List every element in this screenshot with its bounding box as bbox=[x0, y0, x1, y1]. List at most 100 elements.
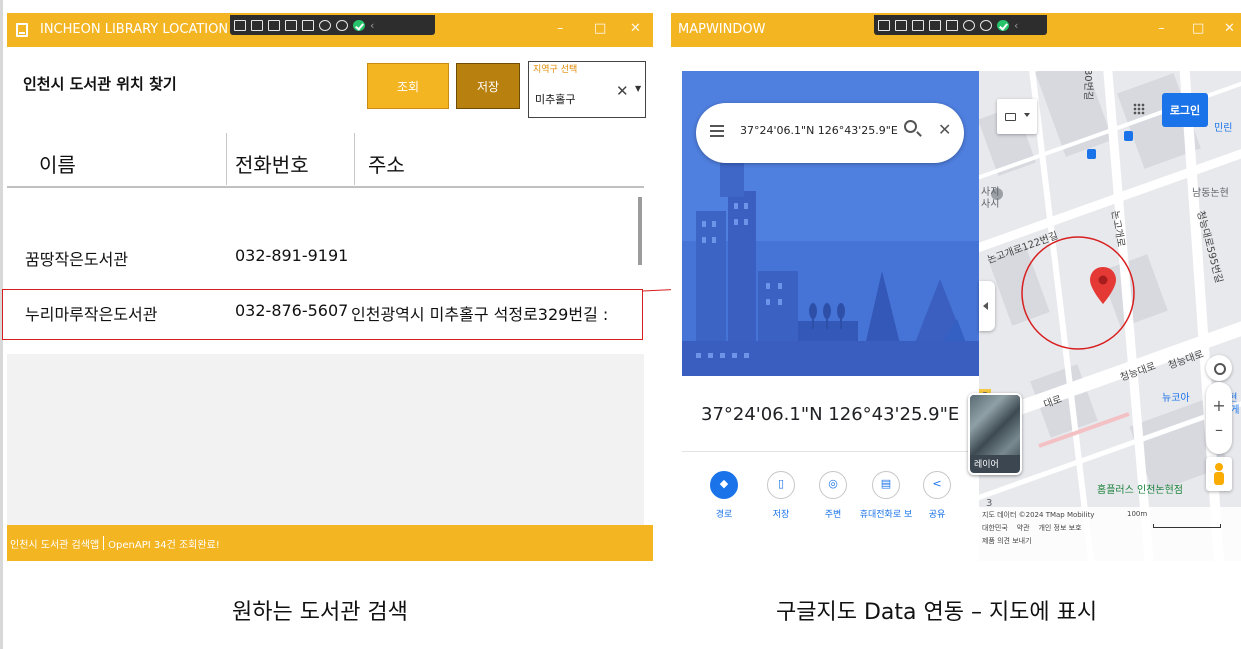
column-name[interactable]: 이름 bbox=[39, 149, 76, 178]
share-button[interactable]: < 공유 bbox=[909, 471, 965, 520]
directions-label: 경로 bbox=[715, 510, 733, 520]
my-location-icon[interactable] bbox=[1206, 355, 1232, 381]
apps-icon[interactable] bbox=[1133, 103, 1145, 115]
library-phone: 032-891-9191 bbox=[235, 246, 349, 265]
column-phone[interactable]: 전화번호 bbox=[235, 149, 309, 178]
login-button[interactable]: 로그인 bbox=[1162, 93, 1208, 127]
map-label: 30번길 bbox=[1082, 71, 1094, 101]
save-button[interactable]: 저장 bbox=[456, 63, 520, 109]
nearby-button[interactable]: ◎ 주변 bbox=[805, 471, 861, 520]
save-label: 저장 bbox=[772, 510, 790, 520]
district-select[interactable]: 지역구 선택 미추홀구 ✕ ▼ bbox=[528, 61, 646, 118]
page-title: 인천시 도서관 위치 찾기 bbox=[23, 75, 177, 93]
header-divider bbox=[7, 186, 644, 188]
chevron-down-icon bbox=[1024, 113, 1030, 117]
map-label: 사시 bbox=[981, 199, 1000, 210]
close-icon[interactable]: ✕ bbox=[630, 21, 641, 36]
maximize-icon[interactable]: □ bbox=[1192, 21, 1204, 36]
select-element-icon[interactable] bbox=[234, 19, 246, 31]
map-search-box[interactable]: 37°24'06.1"N 126°43'25.9"E ✕ bbox=[696, 103, 964, 163]
select-element-icon[interactable] bbox=[878, 19, 890, 31]
map-footer: 지도 데이터 ©2024 TMap Mobility 100m 대한민국 약관 … bbox=[979, 507, 1241, 561]
debug-toolbar[interactable]: ‹ bbox=[230, 15, 435, 35]
table-row[interactable]: 꿈땅작은도서관 032-891-9191 bbox=[7, 233, 644, 283]
hot-reload-icon[interactable] bbox=[963, 19, 975, 31]
menu-icon[interactable] bbox=[710, 125, 724, 140]
district-label: 지역구 선택 bbox=[533, 65, 578, 75]
place-illustration: 37°24'06.1"N 126°43'25.9"E ✕ bbox=[682, 71, 979, 376]
table-body: 꿈땅작은도서관 032-891-9191 누리마루작은도서관 032-876-5… bbox=[7, 189, 644, 529]
display-icon[interactable] bbox=[895, 19, 907, 31]
close-icon[interactable]: ✕ bbox=[938, 120, 951, 139]
collapse-panel-button[interactable] bbox=[979, 281, 995, 331]
status-message: OpenAPI 34건 조회완료! bbox=[108, 539, 220, 551]
send-to-phone-icon: ▤ bbox=[880, 477, 892, 490]
bind-failure-icon[interactable] bbox=[302, 19, 314, 31]
feedback-link[interactable]: 제품 의견 보내기 bbox=[982, 536, 1032, 546]
save-place-button[interactable]: ▯ 저장 bbox=[753, 471, 809, 520]
library-window: INCHEON LIBRARY LOCATION ‹ – □ ✕ 인천시 도서관… bbox=[7, 13, 653, 561]
zoom-control: + – bbox=[1206, 382, 1232, 454]
track-focus-icon[interactable] bbox=[912, 19, 924, 31]
layout-adorner-icon[interactable] bbox=[285, 19, 297, 31]
keyboard-icon bbox=[1005, 113, 1016, 121]
zoom-in-button[interactable]: + bbox=[1206, 396, 1232, 415]
debug-toolbar[interactable]: ‹ bbox=[874, 15, 1047, 35]
pegman-icon[interactable] bbox=[1206, 457, 1232, 491]
map-label: 남동논현 bbox=[1192, 188, 1229, 199]
hot-reload-icon[interactable] bbox=[319, 19, 331, 31]
accessibility-icon[interactable] bbox=[336, 19, 348, 31]
status-divider bbox=[103, 536, 105, 550]
window-icon bbox=[16, 23, 28, 37]
search-button[interactable]: 조회 bbox=[367, 63, 449, 109]
map-copyright: 지도 데이터 ©2024 TMap Mobility bbox=[982, 511, 1095, 519]
satellite-thumbnail bbox=[970, 395, 1020, 455]
directions-button[interactable]: ◆ 경로 bbox=[696, 471, 752, 520]
map-canvas[interactable]: 30번길 민린 남동논현 사지 사시 논고개로122번길 논고개로 청능대로59… bbox=[979, 71, 1241, 561]
chevron-left-icon[interactable]: ‹ bbox=[370, 19, 374, 32]
google-map-view[interactable]: 37°24'06.1"N 126°43'25.9"E ✕ 37°24'06.1"… bbox=[682, 71, 1241, 561]
map-label: 뉴코아 bbox=[1162, 393, 1190, 404]
chevron-down-icon[interactable]: ▼ bbox=[635, 84, 641, 93]
send-to-phone-button[interactable]: ▤ 휴대전화로 보 bbox=[858, 471, 914, 520]
layout-adorner-icon[interactable] bbox=[929, 19, 941, 31]
selection-highlight bbox=[2, 289, 643, 340]
minimize-icon[interactable]: – bbox=[557, 21, 564, 36]
column-divider bbox=[354, 133, 355, 185]
search-input[interactable]: 37°24'06.1"N 126°43'25.9"E bbox=[740, 124, 898, 137]
check-icon[interactable] bbox=[997, 19, 1009, 31]
display-icon[interactable] bbox=[251, 19, 263, 31]
left-caption: 원하는 도서관 검색 bbox=[232, 600, 408, 625]
footer-links[interactable]: 대한민국 약관 개인 정보 보호 bbox=[982, 523, 1082, 533]
share-label: 공유 bbox=[928, 510, 946, 520]
right-caption: 구글지도 Data 연동 – 지도에 표시 bbox=[776, 600, 1098, 625]
nearby-icon: ◎ bbox=[828, 477, 838, 490]
place-panel: 37°24'06.1"N 126°43'25.9"E ✕ 37°24'06.1"… bbox=[682, 71, 979, 561]
library-name: 꿈땅작은도서관 bbox=[25, 250, 129, 269]
close-icon[interactable]: ✕ bbox=[1224, 21, 1235, 36]
send-to-phone-label: 휴대전화로 보 bbox=[859, 510, 913, 520]
chevron-left-icon[interactable]: ‹ bbox=[1014, 19, 1018, 32]
minimize-icon[interactable]: – bbox=[1158, 21, 1165, 36]
right-titlebar: MAPWINDOW ‹ – □ ✕ bbox=[671, 13, 1241, 47]
bookmark-icon: ▯ bbox=[777, 477, 785, 490]
column-address[interactable]: 주소 bbox=[368, 149, 405, 178]
map-window: MAPWINDOW ‹ – □ ✕ 37°24'06.1"N 126°43'25… bbox=[671, 13, 1241, 561]
accessibility-icon[interactable] bbox=[980, 19, 992, 31]
map-type-control[interactable] bbox=[997, 99, 1037, 134]
search-icon[interactable] bbox=[904, 120, 917, 133]
clear-icon[interactable]: ✕ bbox=[616, 82, 629, 100]
status-app-name: 인천시 도서관 검색앱 bbox=[10, 539, 100, 551]
nearby-label: 주변 bbox=[824, 510, 842, 520]
track-focus-icon[interactable] bbox=[268, 19, 280, 31]
right-window-title: MAPWINDOW bbox=[678, 22, 766, 37]
bind-failure-icon[interactable] bbox=[946, 19, 958, 31]
zoom-out-button[interactable]: – bbox=[1206, 420, 1232, 439]
district-value: 미추홀구 bbox=[535, 93, 576, 106]
maximize-icon[interactable]: □ bbox=[594, 21, 606, 36]
scale-bar bbox=[1153, 524, 1221, 528]
check-icon[interactable] bbox=[353, 19, 365, 31]
panel-divider bbox=[682, 451, 979, 452]
layers-button[interactable]: 레이어 bbox=[968, 393, 1022, 475]
status-bar: 인천시 도서관 검색앱 OpenAPI 34건 조회완료! bbox=[7, 525, 653, 561]
